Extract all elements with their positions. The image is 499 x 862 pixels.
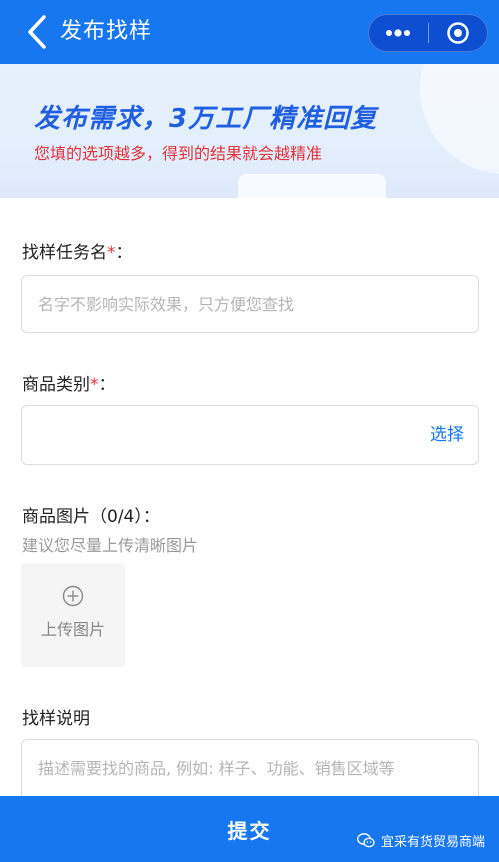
- description-label: 找样说明: [22, 709, 90, 729]
- promo-banner: 发布需求，3万工厂精准回复 您填的选项越多，得到的结果就会越精准: [0, 64, 499, 198]
- task-name-field: [21, 275, 479, 333]
- banner-headline: 发布需求，3万工厂精准回复: [34, 104, 378, 134]
- more-dots-icon: [386, 29, 411, 37]
- mini-program-capsule: [368, 14, 488, 52]
- category-select-button[interactable]: 选择: [430, 406, 464, 464]
- banner-decoration: [420, 64, 499, 174]
- submit-bar: 提交 宜采有货贸易商端: [0, 796, 499, 862]
- target-circle-icon: [446, 22, 469, 44]
- close-mini-program-button[interactable]: [428, 15, 487, 51]
- more-button[interactable]: [369, 15, 428, 51]
- source-watermark: 宜采有货贸易商端: [357, 831, 485, 850]
- wechat-icon: [357, 833, 375, 848]
- task-name-label: 找样任务名*：: [22, 243, 133, 263]
- plus-circle-icon: [62, 585, 84, 607]
- page-title: 发布找样: [60, 19, 153, 44]
- required-mark: *: [107, 243, 116, 263]
- banner-subtitle: 您填的选项越多，得到的结果就会越精准: [34, 144, 323, 163]
- submit-button[interactable]: 提交: [0, 796, 499, 862]
- watermark-text: 宜采有货贸易商端: [380, 835, 485, 850]
- description-input[interactable]: [22, 740, 478, 796]
- product-images-label: 商品图片（0/4）：: [22, 507, 160, 527]
- banner-decoration-card: [238, 174, 386, 198]
- task-name-input[interactable]: [22, 276, 478, 332]
- product-images-hint: 建议您尽量上传清晰图片: [22, 536, 199, 555]
- required-mark: *: [90, 375, 99, 395]
- back-button[interactable]: [22, 14, 52, 50]
- chevron-left-icon: [28, 15, 46, 49]
- category-label: 商品类别*：: [22, 375, 116, 395]
- upload-image-button[interactable]: 上传图片: [21, 563, 125, 667]
- upload-image-label: 上传图片: [40, 620, 105, 639]
- category-select[interactable]: 选择: [21, 405, 479, 465]
- navigation-bar: 发布找样: [0, 0, 499, 64]
